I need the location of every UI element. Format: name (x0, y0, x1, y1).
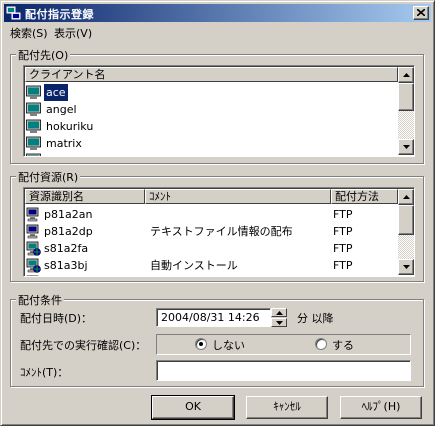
resource-row[interactable]: s81a3bj 自動インストール FTP (26, 257, 396, 274)
close-icon (417, 9, 425, 16)
scroll-down-button[interactable] (398, 259, 414, 275)
scroll-up-button[interactable] (398, 67, 414, 83)
dialog-window: 配付指示登録 検索(S) 表示(V) 配付先(O) クライアント名 ace ang… (0, 0, 435, 426)
client-pc-icon (26, 153, 41, 156)
radio-yes[interactable] (315, 338, 327, 350)
resource-method: FTP (333, 259, 353, 272)
destination-group-label: 配付先(O) (16, 47, 71, 63)
title-bar[interactable]: 配付指示登録 (4, 4, 431, 22)
cancel-button[interactable]: ｷｬﾝｾﾙ (246, 396, 328, 419)
help-button[interactable]: ﾍﾙﾌﾟ(H) (340, 396, 422, 419)
resource-id: s81a3bj (44, 259, 88, 272)
client-row[interactable]: matrix (26, 135, 386, 152)
resource-id: s81a4d (44, 274, 84, 276)
resource-method: FTP (333, 208, 353, 221)
resource-row[interactable]: s81a4d Acrobat Readerのインストール ﾌｧｲﾙ共有 (26, 274, 396, 276)
resource-id: s81a2fa (44, 242, 89, 255)
resources-group-label: 配付資源(R) (16, 169, 81, 185)
menu-search[interactable]: 検索(S) (10, 25, 48, 41)
resource-comment: テキストファイル情報の配布 (150, 225, 293, 238)
client-list[interactable]: クライアント名 ace angel hokuriku matrix nika (23, 65, 415, 157)
client-list-scrollbar[interactable] (398, 67, 414, 155)
client-name-header[interactable]: クライアント名 (25, 67, 398, 82)
resource-row[interactable]: p81a2dp テキストファイル情報の配布 FTP (26, 223, 396, 240)
arrow-down-icon (403, 265, 410, 269)
arrow-up-icon (403, 73, 410, 77)
scroll-thumb[interactable] (398, 205, 414, 235)
client-name: angel (46, 103, 77, 116)
radio-dot (199, 342, 203, 346)
resource-id-header[interactable]: 資源識別名 (25, 189, 145, 204)
close-button[interactable] (413, 6, 429, 20)
client-pc-icon (26, 85, 41, 100)
resource-method: FTP (333, 242, 353, 255)
arrow-up-icon (276, 311, 283, 315)
conditions-group-label: 配付条件 (16, 292, 64, 308)
globe-pc-icon (26, 241, 41, 256)
datetime-suffix: 分 以降 (297, 312, 334, 325)
datetime-spin-up[interactable] (271, 308, 287, 317)
client-pc-icon (26, 119, 41, 134)
datetime-spin-down[interactable] (271, 318, 287, 327)
client-name: nika (44, 152, 71, 156)
resource-comment: 自動インストール (150, 259, 238, 272)
scroll-thumb[interactable] (398, 83, 414, 111)
resource-method: ﾌｧｲﾙ共有 (333, 274, 377, 276)
resource-id: p81a2dp (44, 225, 93, 238)
app-icon (6, 5, 22, 21)
resource-list[interactable]: 資源識別名 ｺﾒﾝﾄ 配付方法 p81a2an FTP p81a2dp テキストファイ… (23, 187, 415, 277)
radio-yes-label[interactable]: する (332, 337, 354, 353)
client-pc-icon (26, 102, 41, 117)
resource-list-scrollbar[interactable] (398, 189, 414, 275)
client-row[interactable]: ace (26, 84, 386, 101)
client-row[interactable]: hokuriku (26, 118, 386, 135)
window-title: 配付指示登録 (25, 8, 94, 21)
menu-bar: 検索(S) 表示(V) (4, 22, 431, 41)
client-name: matrix (46, 137, 82, 150)
scroll-down-button[interactable] (398, 139, 414, 155)
resource-method: FTP (333, 225, 353, 238)
single-pc-icon (26, 207, 41, 222)
datetime-label: 配付日時(D)： (20, 312, 93, 325)
resource-comment: Acrobat Readerのインストール (150, 274, 312, 276)
radio-no[interactable] (195, 338, 207, 350)
resource-method-header[interactable]: 配付方法 (331, 189, 398, 204)
client-row[interactable]: angel (26, 101, 386, 118)
client-pc-icon (26, 136, 41, 151)
arrow-up-icon (403, 195, 410, 199)
client-name: hokuriku (46, 120, 94, 133)
comment-label: ｺﾒﾝﾄ(T)： (20, 366, 69, 379)
arrow-down-icon (276, 321, 283, 325)
single-pc-icon (26, 224, 41, 239)
arrow-down-icon (403, 145, 410, 149)
datetime-input[interactable]: 2004/08/31 14:26 (156, 308, 271, 327)
comment-input[interactable] (156, 360, 411, 381)
resource-id: p81a2an (44, 208, 93, 221)
client-name: ace (44, 84, 68, 101)
globe-pc-icon (26, 275, 41, 276)
client-row[interactable]: nika (26, 152, 386, 156)
menu-view[interactable]: 表示(V) (54, 25, 92, 41)
confirm-label: 配付先での実行確認(C)： (20, 339, 147, 352)
globe-pc-icon (26, 258, 41, 273)
scroll-up-button[interactable] (398, 189, 414, 205)
resource-row[interactable]: p81a2an FTP (26, 206, 396, 223)
resource-row[interactable]: s81a2fa FTP (26, 240, 396, 257)
radio-no-label[interactable]: しない (212, 337, 245, 353)
resource-comment-header[interactable]: ｺﾒﾝﾄ (145, 189, 331, 204)
ok-button[interactable]: OK (151, 395, 235, 420)
